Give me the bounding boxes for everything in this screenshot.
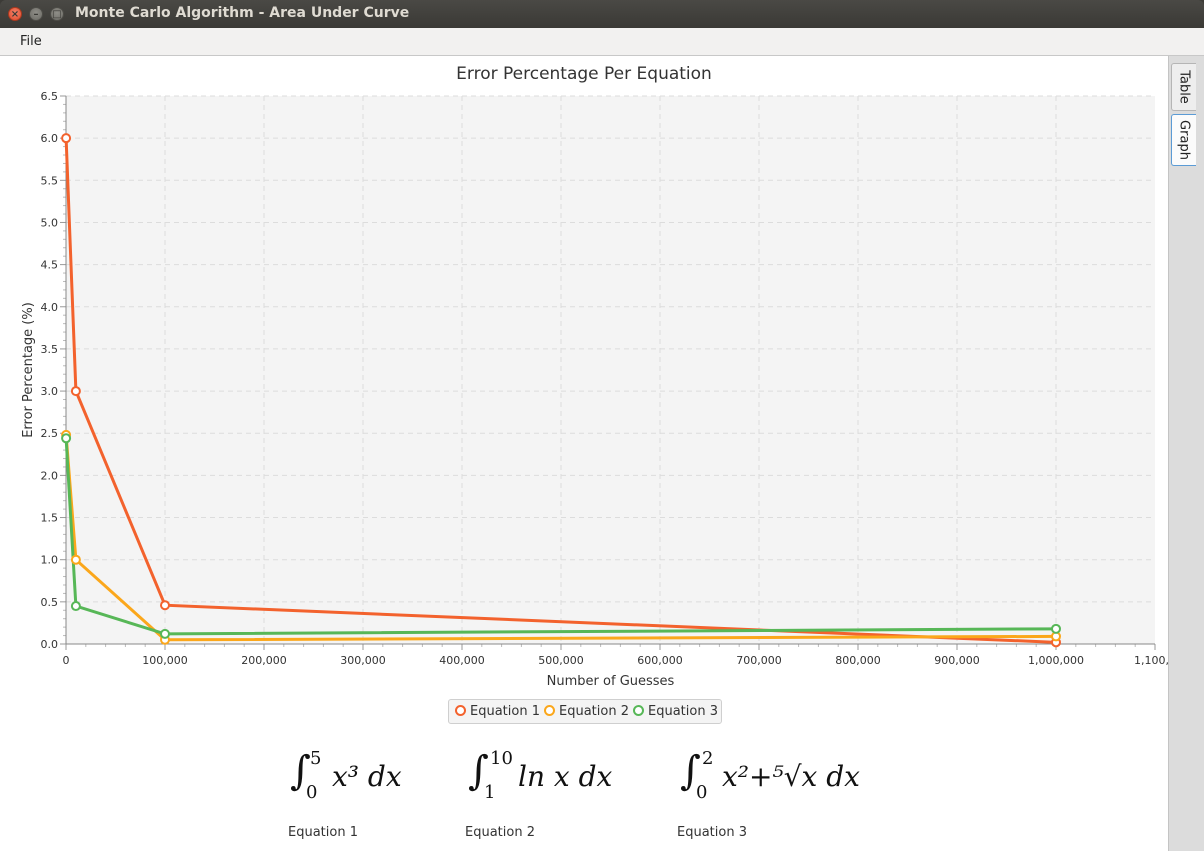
legend-label-equation-2: Equation 2 — [559, 704, 629, 719]
y-tick-label: 0.5 — [41, 596, 59, 609]
y-tick-label: 2.0 — [41, 469, 59, 482]
chart-legend: Equation 1 Equation 2 Equation 3 — [448, 699, 722, 724]
x-axis-label: Number of Guesses — [547, 674, 675, 689]
data-point-equation-3 — [1051, 623, 1061, 634]
legend-item-equation-1: Equation 1 — [455, 704, 540, 719]
x-tick-label: 400,000 — [439, 654, 485, 667]
data-point-equation-3 — [70, 601, 81, 612]
y-tick-label: 1.0 — [41, 554, 59, 567]
upper-limit: 2 — [702, 748, 714, 769]
x-tick-label: 500,000 — [538, 654, 584, 667]
y-tick-label: 6.0 — [41, 132, 59, 145]
data-point-equation-2 — [70, 554, 81, 565]
y-tick-label: 3.5 — [41, 343, 59, 356]
window-title: Monte Carlo Algorithm - Area Under Curve — [75, 5, 410, 21]
line-chart: 0.0 0.5 1.0 1.5 2.0 2.5 3.0 3.5 4.0 4.5 5.0 5.5 6.0 6… — [21, 90, 1168, 689]
x-tick-label: 300,000 — [340, 654, 386, 667]
y-tick-label: 1.5 — [41, 512, 59, 525]
data-point-equation-1 — [61, 133, 72, 144]
lower-limit: 0 — [696, 782, 708, 803]
upper-limit: 10 — [490, 748, 513, 769]
x-tick-label: 100,000 — [142, 654, 188, 667]
integrand: x²+⁵√x dx — [722, 760, 860, 793]
data-point-equation-3 — [61, 433, 72, 444]
x-tick-label: 700,000 — [736, 654, 782, 667]
upper-limit: 5 — [310, 748, 322, 769]
y-tick-label: 0.0 — [41, 638, 59, 651]
tab-graph[interactable]: Graph — [1171, 114, 1196, 166]
equation-1-formula: ∫ 5 0 x³ dx — [290, 748, 430, 808]
y-tick-label: 5.5 — [41, 174, 59, 187]
x-tick-label: 600,000 — [637, 654, 683, 667]
tab-table[interactable]: Table — [1171, 63, 1196, 111]
data-point-equation-1 — [70, 386, 81, 397]
legend-label-equation-3: Equation 3 — [648, 704, 718, 719]
equation-2-label: Equation 2 — [465, 825, 535, 840]
legend-item-equation-3: Equation 3 — [633, 704, 718, 719]
minimize-window-button[interactable]: – — [29, 7, 43, 21]
legend-item-equation-2: Equation 2 — [544, 704, 629, 719]
integrand: ln x dx — [518, 760, 613, 793]
x-tick-label: 1,000,000 — [1028, 654, 1084, 667]
y-tick-label: 2.5 — [41, 427, 59, 440]
x-tick-label: 900,000 — [934, 654, 980, 667]
x-tick-label: 800,000 — [835, 654, 881, 667]
close-window-button[interactable]: × — [8, 7, 22, 21]
y-tick-label: 4.5 — [41, 259, 59, 272]
tab-table-label: Table — [1176, 70, 1192, 104]
equation-1-label: Equation 1 — [288, 825, 358, 840]
lower-limit: 1 — [484, 782, 496, 803]
plot-area — [66, 96, 1155, 644]
tab-graph-label: Graph — [1176, 120, 1192, 160]
side-tab-bar: Table Graph — [1168, 56, 1204, 851]
lower-limit: 0 — [306, 782, 318, 803]
legend-marker-equation-3 — [633, 705, 644, 716]
graph-panel: Error Percentage Per Equation 0.0 0.5 1.0 1… — [0, 56, 1168, 851]
menu-bar: File — [0, 28, 1204, 56]
maximize-window-button[interactable]: □ — [50, 7, 64, 21]
data-point-equation-3 — [160, 628, 170, 639]
y-axis-label: Error Percentage (%) — [21, 302, 36, 438]
x-tick-label: 1,100,0 — [1134, 654, 1168, 667]
legend-marker-equation-2 — [544, 705, 555, 716]
equation-2-formula: ∫ 10 1 ln x dx — [468, 748, 638, 808]
y-tick-label: 4.0 — [41, 301, 59, 314]
integrand: x³ dx — [332, 760, 402, 793]
menu-file[interactable]: File — [20, 34, 42, 49]
y-tick-label: 5.0 — [41, 216, 59, 229]
x-tick-label: 200,000 — [241, 654, 287, 667]
equation-3-formula: ∫ 2 0 x²+⁵√x dx — [680, 748, 890, 808]
legend-label-equation-1: Equation 1 — [470, 704, 540, 719]
legend-marker-equation-1 — [455, 705, 466, 716]
data-point-equation-1 — [160, 600, 170, 611]
equation-3-label: Equation 3 — [677, 825, 747, 840]
y-tick-label: 3.0 — [41, 385, 59, 398]
x-tick-label: 0 — [63, 654, 70, 667]
window-titlebar: × – □ Monte Carlo Algorithm - Area Under… — [0, 0, 1204, 28]
y-tick-label: 6.5 — [41, 90, 59, 103]
